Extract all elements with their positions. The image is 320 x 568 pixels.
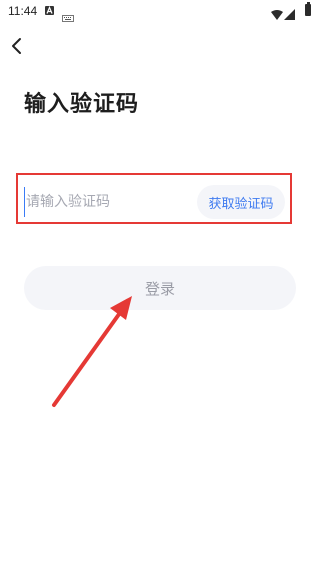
keyboard-icon xyxy=(62,7,74,22)
signal-icon xyxy=(284,5,295,24)
status-bar: 11:44 xyxy=(0,0,320,24)
back-button[interactable] xyxy=(6,34,30,58)
back-arrow-icon xyxy=(12,38,21,54)
page-title: 输入验证码 xyxy=(24,92,140,117)
login-button[interactable]: 登录 xyxy=(24,266,296,310)
wifi-icon xyxy=(271,5,283,24)
a-badge-icon xyxy=(45,6,54,15)
verification-code-input[interactable] xyxy=(24,187,191,217)
get-code-button[interactable]: 获取验证码 xyxy=(197,185,285,219)
status-time: 11:44 xyxy=(8,4,38,18)
battery-icon xyxy=(305,2,311,16)
